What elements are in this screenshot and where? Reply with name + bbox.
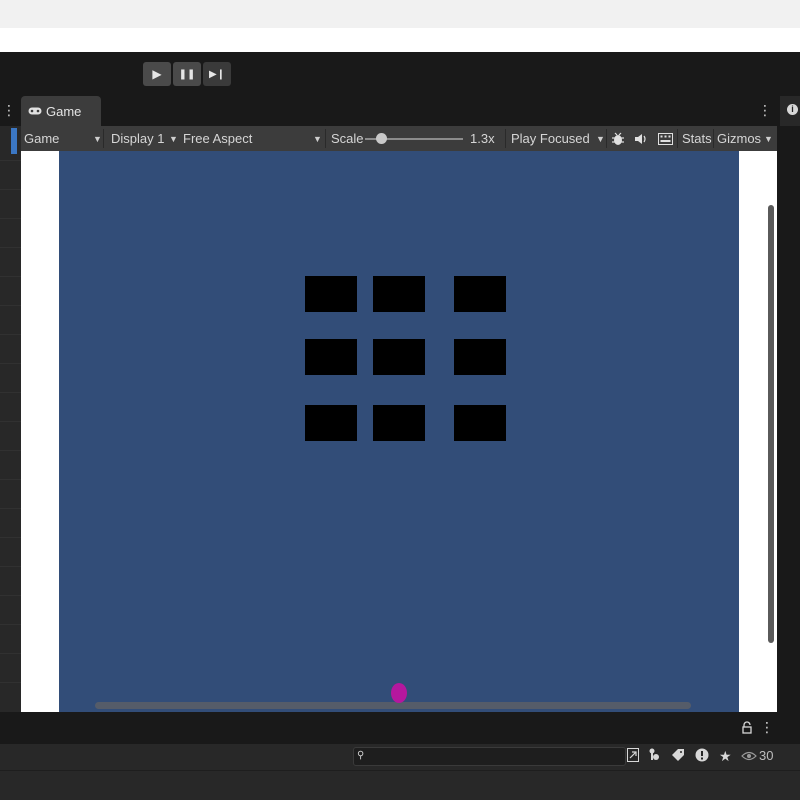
keyboard-button[interactable] [658,126,673,151]
brick [454,339,506,375]
divider [0,682,21,683]
play-toolbar: ▶ ❚❚ ▶❙ [0,52,800,96]
brick [373,405,425,441]
pause-button[interactable]: ❚❚ [173,62,201,86]
collapse-icon[interactable] [627,748,639,765]
play-icon: ▶ [152,67,162,81]
divider [0,247,21,248]
divider [0,305,21,306]
search-icon: ⚲ [357,750,365,761]
chevron-down-icon: ▼ [93,133,102,144]
console-body [0,770,800,800]
divider [0,276,21,277]
error-icon[interactable] [695,748,709,765]
vertical-scrollbar-thumb[interactable] [768,205,774,643]
divider [0,624,21,625]
divider [0,595,21,596]
ball [391,683,407,703]
brick [373,276,425,312]
divider [505,129,506,148]
view-select-label: Game [24,131,60,146]
keyboard-icon [658,132,673,145]
speaker-icon [635,133,646,144]
tab-game[interactable]: Game [21,96,101,126]
paddle [95,702,691,709]
chevron-down-icon: ▼ [313,133,322,144]
tab-menu-icon[interactable]: ⋮ [758,102,772,119]
eye-icon[interactable] [741,749,757,765]
divider [677,129,678,148]
bug-icon-button[interactable] [611,126,625,151]
tag-icon[interactable] [672,748,684,764]
play-mode-select[interactable]: Play Focused ▼ [511,126,607,151]
chevron-down-icon: ▼ [764,133,773,144]
brick [454,276,506,312]
scale-slider-handle[interactable] [376,133,387,144]
hidden-count: 30 [759,748,774,763]
scale-label: Scale [331,131,364,146]
divider [713,129,714,148]
divider [0,392,21,393]
divider [0,218,21,219]
more-options-icon[interactable]: ⋮ [2,102,16,119]
divider [0,653,21,654]
stats-button[interactable]: Stats [682,126,712,151]
divider [0,537,21,538]
divider [0,160,21,161]
game-view-toolbar: Game ▼ Display 1 ▼ Free Aspect ▼ Scale 1… [21,126,777,151]
divider [606,129,607,148]
left-dock-panel [0,126,21,712]
divider [0,566,21,567]
scale-value: 1.3x [470,131,495,146]
view-select[interactable]: Game ▼ [24,126,102,151]
display-select[interactable]: Display 1 ▼ [111,126,181,151]
brick [305,339,357,375]
divider [0,363,21,364]
divider [0,334,21,335]
star-icon[interactable]: ★ [719,748,732,765]
lock-icon[interactable] [742,721,752,737]
chevron-down-icon: ▼ [169,133,178,144]
aspect-select[interactable]: Free Aspect ▼ [183,126,323,151]
brick [305,405,357,441]
step-button[interactable]: ▶❙ [203,62,231,86]
brick [373,339,425,375]
gamepad-icon [28,107,42,115]
console-header [0,712,800,744]
divider [0,189,21,190]
display-select-label: Display 1 [111,131,165,146]
aspect-select-label: Free Aspect [183,131,253,146]
divider [103,129,104,148]
selection-indicator [11,128,17,154]
top-strip [0,0,800,28]
chevron-down-icon: ▼ [596,133,605,144]
bug-icon [612,132,624,145]
top-spacer [0,28,800,52]
step-icon: ▶❙ [208,68,226,80]
info-icon[interactable]: i [787,104,798,115]
console-menu-icon[interactable]: ⋮ [760,719,774,736]
play-button[interactable]: ▶ [143,62,171,86]
brick [305,276,357,312]
pause-icon: ❚❚ [178,68,196,80]
brick [454,405,506,441]
tab-game-label: Game [46,103,82,119]
audio-button[interactable] [634,126,648,151]
play-mode-select-label: Play Focused [511,131,590,146]
divider [325,129,326,148]
divider [0,421,21,422]
search-input[interactable] [353,747,626,766]
unity-editor: ▶ ❚❚ ▶❙ ⋮ Game ⋮ i Game ▼ Display 1 ▼ Fr… [0,0,800,800]
divider [0,508,21,509]
debug-filter-icon[interactable] [648,748,660,765]
divider [0,479,21,480]
tab-strip: ⋮ Game ⋮ [0,96,800,126]
gizmos-dropdown[interactable]: ▼ [764,126,773,151]
divider [0,450,21,451]
